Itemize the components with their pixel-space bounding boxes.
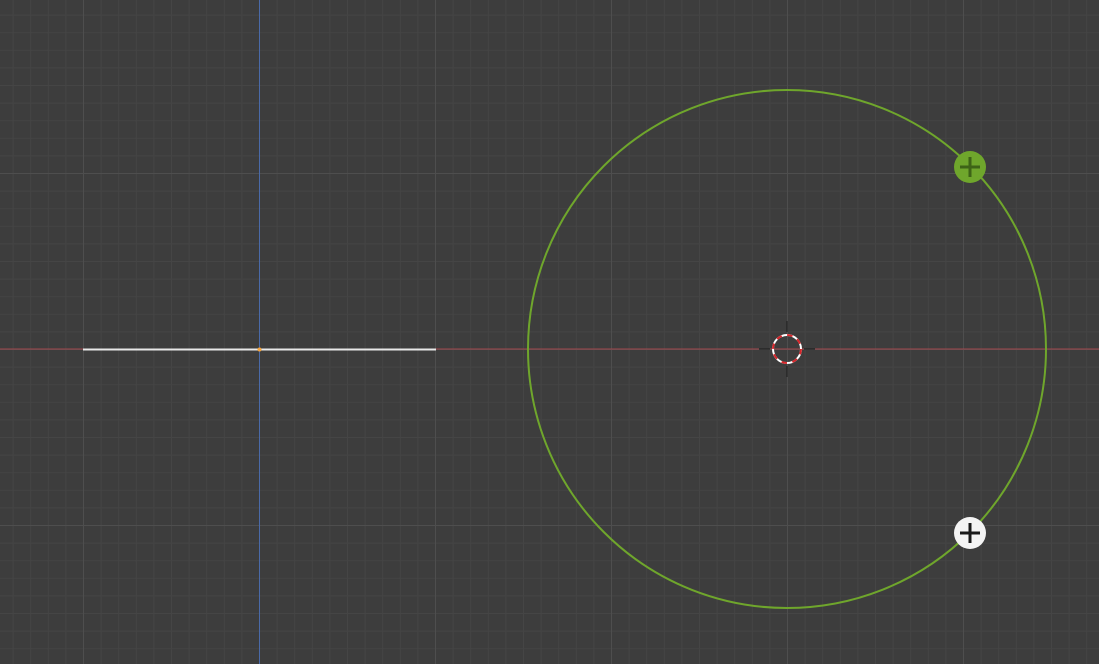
add-gizmo-inactive[interactable] — [954, 517, 986, 549]
viewport-canvas[interactable] — [0, 0, 1099, 664]
add-gizmo-active[interactable] — [954, 151, 986, 183]
object-origin-point[interactable] — [257, 347, 262, 352]
3d-viewport[interactable] — [0, 0, 1099, 664]
